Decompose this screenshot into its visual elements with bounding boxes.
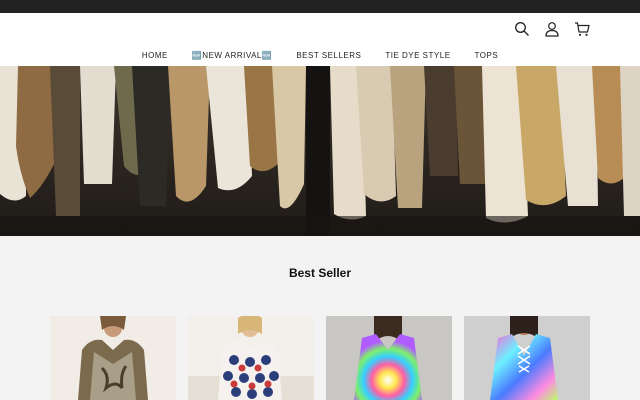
nav-item-best-sellers[interactable]: BEST SELLERS [284, 51, 373, 60]
search-icon[interactable] [514, 21, 530, 37]
nav-item-tops[interactable]: TOPS [463, 51, 511, 60]
announcement-bar [0, 0, 640, 13]
best-seller-section: Best Seller [0, 236, 640, 400]
cart-icon[interactable] [574, 21, 590, 37]
product-card[interactable] [326, 316, 452, 400]
site-header: HOME 🆕NEW ARRIVAL🆕 BEST SELLERS TIE DYE … [0, 13, 640, 66]
nav-item-home[interactable]: HOME [130, 51, 180, 60]
nav-item-new-arrival[interactable]: 🆕NEW ARRIVAL🆕 [180, 51, 285, 60]
hero-banner-image[interactable] [0, 66, 640, 236]
user-icon[interactable] [544, 21, 560, 37]
product-grid [50, 316, 590, 400]
product-card[interactable] [50, 316, 176, 400]
nav-item-tie-dye-style[interactable]: TIE DYE STYLE [373, 51, 462, 60]
product-card[interactable] [188, 316, 314, 400]
header-icons [514, 21, 590, 37]
product-card[interactable] [464, 316, 590, 400]
main-navigation: HOME 🆕NEW ARRIVAL🆕 BEST SELLERS TIE DYE … [0, 51, 640, 60]
section-title: Best Seller [288, 266, 352, 280]
